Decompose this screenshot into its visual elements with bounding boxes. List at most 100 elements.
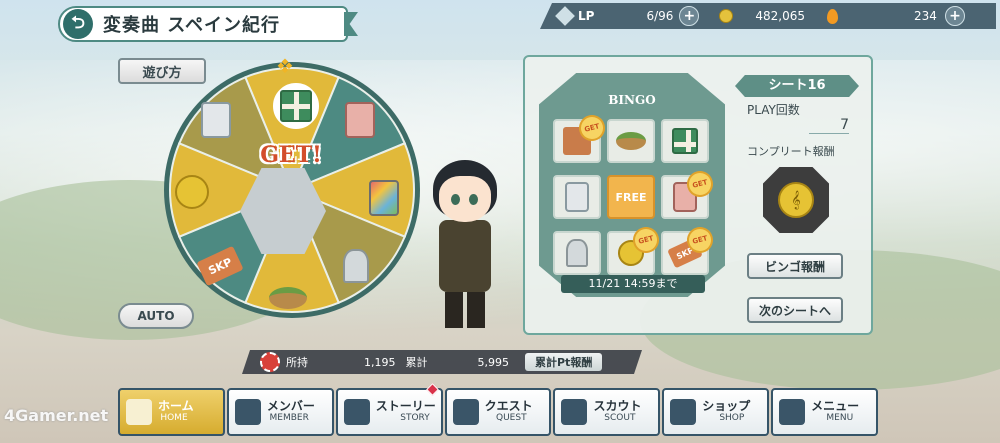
notification-badge xyxy=(425,383,439,396)
wheel-prize-coin xyxy=(172,172,212,212)
complete-reward-label: コンプリート報酬 xyxy=(747,145,835,158)
bingo-cell[interactable] xyxy=(553,175,601,219)
nav-quest[interactable]: クエスト QUEST xyxy=(444,388,552,436)
nav-home[interactable]: ホーム HOME xyxy=(118,388,225,436)
complete-reward-item[interactable]: 𝄞 xyxy=(763,167,829,233)
bingo-free-cell[interactable]: FREE xyxy=(607,175,655,219)
page-title: 変奏曲 スペイン紀行 xyxy=(103,15,281,36)
bingo-reward-button[interactable]: ビンゴ報酬 xyxy=(747,253,843,279)
get-label: GET! xyxy=(260,142,322,168)
status-bar: LP 6/96 + 482,065 234 + xyxy=(540,3,996,29)
coin-value: 482,065 xyxy=(755,9,806,23)
wheel-prize-card xyxy=(196,100,236,140)
bingo-cell[interactable]: GET xyxy=(553,112,608,163)
character-eye xyxy=(469,194,478,205)
wheel-prize-trophy xyxy=(336,246,376,286)
character-face xyxy=(439,176,491,222)
card-icon xyxy=(565,182,589,212)
card-icon xyxy=(201,102,231,138)
character-legs xyxy=(445,292,485,328)
lp-plus-button[interactable]: + xyxy=(679,6,700,26)
nav-label: メニュー xyxy=(811,399,860,414)
character-sprite[interactable] xyxy=(425,160,505,330)
sheet-title: シート16 xyxy=(735,75,859,97)
nav-shop[interactable]: ショップ SHOP xyxy=(662,388,770,436)
drop-value: 234 xyxy=(914,9,937,23)
card-icon xyxy=(345,102,375,138)
nav-sublabel: SCOUT xyxy=(604,412,636,423)
bingo-cell[interactable] xyxy=(607,119,655,163)
wheel-prize-card-multi xyxy=(364,178,404,218)
total-value: 5,995 xyxy=(477,355,509,369)
bingo-cell[interactable] xyxy=(553,231,601,275)
title-bar: ⮌ 変奏曲 スペイン紀行 xyxy=(58,6,358,42)
bingo-title: BINGO xyxy=(608,93,656,107)
nav-label: ショップ xyxy=(702,399,751,414)
nav-scout[interactable]: スカウト SCOUT xyxy=(553,388,661,436)
bingo-board: BINGO GET FREE GET GET SKP GET xyxy=(539,73,725,297)
game-screen: ⮌ 変奏曲 スペイン紀行 LP 6/96 + 482,065 234 + 遊び方… xyxy=(0,0,1000,443)
leek-icon xyxy=(616,132,646,150)
home-icon xyxy=(126,399,152,425)
owned-label: 所持 xyxy=(286,356,308,369)
bingo-cell[interactable]: GET xyxy=(607,224,662,275)
bingo-cell[interactable]: SKP GET xyxy=(661,224,716,275)
nav-sublabel: MEMBER xyxy=(269,412,309,423)
bus-icon xyxy=(561,399,588,425)
selected-prize xyxy=(270,80,322,132)
gift-box-icon xyxy=(672,128,698,154)
bingo-cell[interactable] xyxy=(661,119,709,163)
play-count-value: 7 xyxy=(809,117,849,134)
grid-menu-icon xyxy=(779,399,806,425)
leek-icon xyxy=(269,287,307,309)
nav-label: ストーリー xyxy=(375,399,436,414)
character-eye xyxy=(451,194,460,205)
bingo-deadline: 11/21 14:59まで xyxy=(561,275,705,293)
character-body xyxy=(439,220,491,292)
wheel-pointer-icon: ❖ xyxy=(276,54,294,78)
back-arrow-icon: ⮌ xyxy=(71,12,85,33)
nav-story[interactable]: ストーリー STORY xyxy=(335,383,443,436)
back-button[interactable]: ⮌ xyxy=(63,9,93,39)
nav-sublabel: STORY xyxy=(400,412,430,423)
nav-label: クエスト xyxy=(484,399,533,414)
nav-label: メンバー xyxy=(266,399,315,414)
play-count-label: PLAY回数 xyxy=(747,103,800,117)
card-icon xyxy=(369,180,399,216)
treble-clef-coin-icon: 𝄞 xyxy=(778,182,814,218)
nav-sublabel: SHOP xyxy=(719,412,745,423)
cumulative-reward-button[interactable]: 累計Pt報酬 xyxy=(525,353,602,371)
nav-sublabel: HOME xyxy=(160,412,188,423)
trophy-icon xyxy=(343,249,369,283)
nav-label: ホーム xyxy=(158,399,194,414)
nav-menu[interactable]: メニュー MENU xyxy=(771,388,879,436)
signpost-icon xyxy=(452,399,479,425)
wheel-prize-skip: SKP xyxy=(196,245,244,287)
book-icon xyxy=(343,399,370,425)
next-sheet-button[interactable]: 次のシートへ xyxy=(747,297,843,323)
coin-icon xyxy=(719,9,734,23)
nav-label: スカウト xyxy=(593,399,642,414)
trophy-icon xyxy=(566,239,588,267)
bingo-cell[interactable]: GET xyxy=(661,168,716,219)
skip-ticket-icon: SKP xyxy=(196,245,244,287)
watermark: 4Gamer.net xyxy=(4,406,109,425)
title-ribbon-tail xyxy=(344,12,358,36)
bottom-nav: ホーム HOME メンバー MEMBER ストーリー STORY クエスト QUEST … xyxy=(118,383,879,436)
chip-icon xyxy=(260,352,280,372)
wheel-prize-leek xyxy=(268,278,308,318)
nav-sublabel: QUEST xyxy=(496,412,527,423)
owned-value: 1,195 xyxy=(364,355,396,369)
drop-plus-button[interactable]: + xyxy=(944,6,965,26)
points-bar: 所持 1,195 累計 5,995 累計Pt報酬 xyxy=(242,350,642,374)
drop-icon xyxy=(827,8,839,24)
nav-sublabel: MENU xyxy=(826,412,854,423)
total-label: 累計 xyxy=(405,356,428,369)
wheel-prize-card-pink xyxy=(340,100,380,140)
lp-value: 6/96 xyxy=(646,9,674,23)
coin-icon xyxy=(175,175,209,209)
bingo-panel: BINGO GET FREE GET GET SKP GET 11/21 14:5… xyxy=(523,55,873,335)
nav-member[interactable]: メンバー MEMBER xyxy=(226,388,334,436)
lp-label: LP xyxy=(578,9,595,23)
members-icon xyxy=(234,399,261,425)
